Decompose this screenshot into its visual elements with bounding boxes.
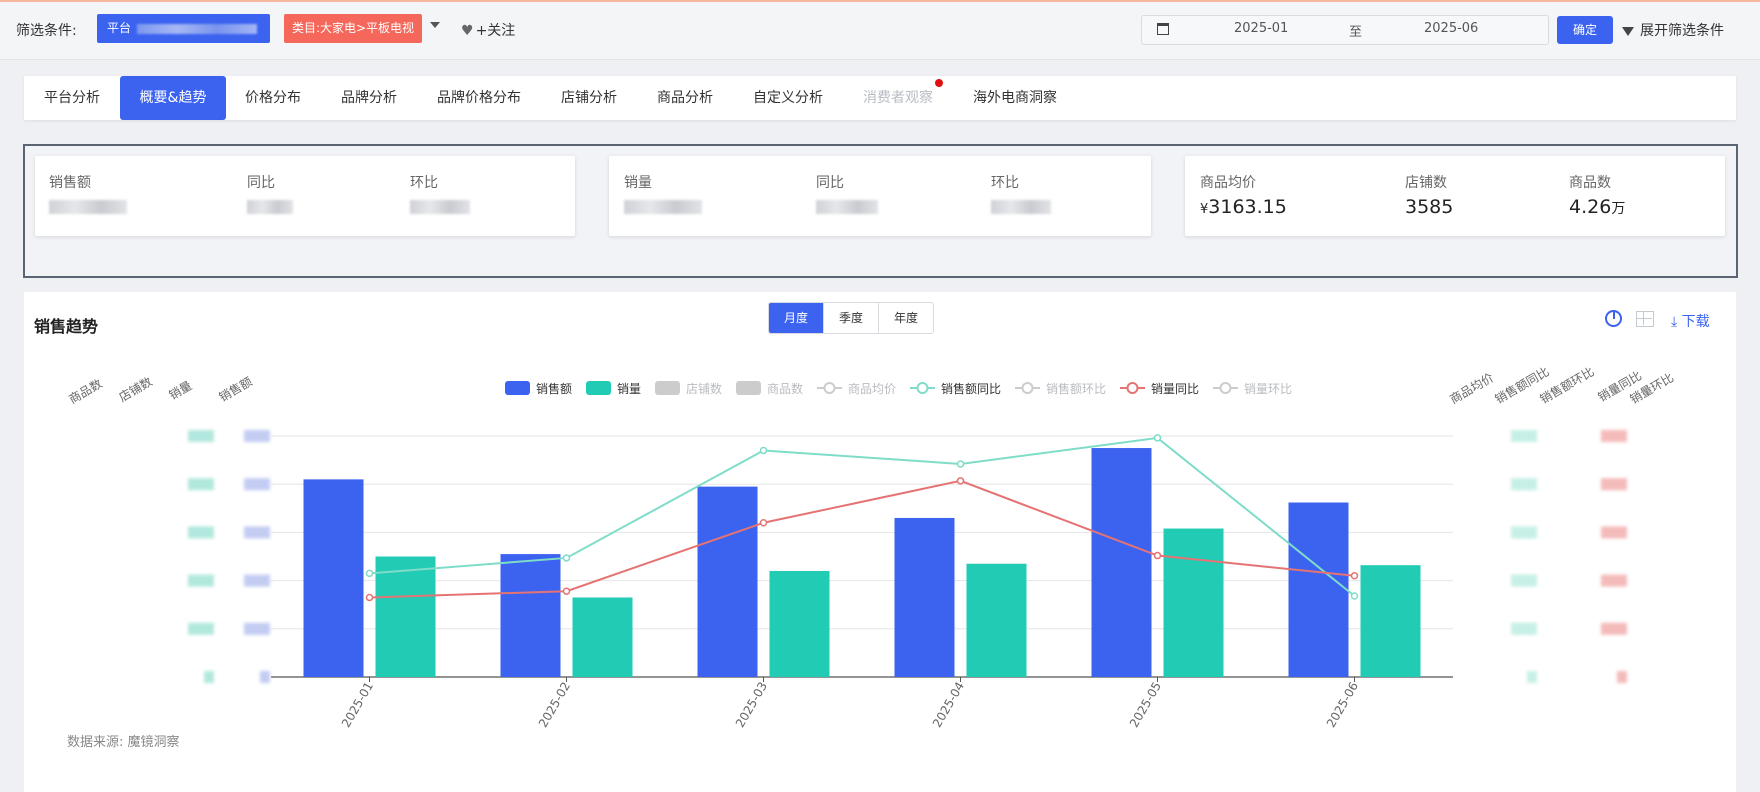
- legend-swatch: [586, 381, 612, 395]
- redacted-tick-value: [1527, 671, 1537, 683]
- bar-sales[interactable]: [1091, 448, 1152, 677]
- redacted-tick-value: [1511, 478, 1537, 491]
- legend-item[interactable]: 商品数: [736, 381, 803, 396]
- chart-legend: 销售额 销量 店铺数 商品数 商品均价 销售额同比 销售额环比 销量同比 销量环比: [505, 381, 1292, 396]
- x-tick-label: 2025-01: [339, 680, 376, 730]
- legend-label: 店铺数: [686, 381, 722, 396]
- legend-label: 销售额环比: [1046, 381, 1106, 396]
- redacted-tick-value: [244, 430, 270, 442]
- right-axis-titles: 商品均价销售额同比销售额环比 销量同比销量环比: [1447, 364, 1676, 407]
- legend-marker: [1219, 382, 1232, 394]
- line-point[interactable]: [956, 477, 965, 485]
- bar-sales[interactable]: [303, 479, 364, 677]
- bar-volume[interactable]: [1163, 528, 1224, 677]
- redacted-tick-value: [1601, 430, 1627, 442]
- redacted-tick-value: [204, 671, 214, 683]
- left-axis-title: 销售额: [216, 374, 255, 405]
- legend-item[interactable]: 商品均价: [817, 381, 896, 396]
- legend-label: 销量环比: [1244, 382, 1292, 396]
- redacted-tick-value: [260, 671, 270, 683]
- redacted-tick-value: [188, 574, 214, 587]
- left-axis-title: 商品数: [66, 376, 105, 407]
- legend-label: 商品均价: [848, 381, 896, 396]
- x-axis-labels: 2025-01 2025-02 2025-03 2025-04 2025-05 2025-…: [339, 677, 1361, 730]
- redacted-tick-value: [1511, 526, 1537, 539]
- redacted-tick-value: [1511, 430, 1537, 442]
- redacted-tick-value: [244, 478, 270, 491]
- legend-label: 商品数: [767, 381, 803, 396]
- x-tick-label: 2025-04: [930, 680, 967, 730]
- redacted-tick-value: [1601, 574, 1627, 587]
- bar-volume[interactable]: [375, 556, 436, 678]
- x-tick-label: 2025-02: [536, 680, 573, 730]
- legend-marker: [1021, 382, 1034, 394]
- bar-sales[interactable]: [1288, 502, 1349, 677]
- right-axis-title: 商品均价: [1447, 370, 1496, 407]
- bar-volume[interactable]: [769, 570, 830, 677]
- line-point[interactable]: [562, 554, 571, 562]
- line-point[interactable]: [956, 460, 965, 468]
- x-tick-label: 2025-03: [733, 680, 770, 730]
- left-axis-title: 店铺数: [116, 374, 155, 405]
- chart-gridlines: [271, 435, 1453, 678]
- x-tick-label: 2025-06: [1324, 680, 1361, 730]
- x-tick-label: 2025-05: [1127, 680, 1164, 730]
- line-point[interactable]: [759, 519, 768, 527]
- sales-trend-chart: 商品数 店铺数 销量 销售额 商品均价销售额同比销售额环比 销量同比销量环比 销售额 销量…: [66, 364, 1676, 730]
- legend-swatch: [736, 381, 762, 395]
- redacted-tick-value: [188, 526, 214, 539]
- redacted-tick-value: [1511, 622, 1537, 635]
- redacted-tick-value: [188, 622, 214, 635]
- legend-item[interactable]: 销量环比: [1213, 382, 1292, 396]
- legend-item[interactable]: 店铺数: [655, 381, 722, 396]
- legend-marker: [823, 382, 836, 394]
- left-axis-titles: 商品数 店铺数 销量 销售额: [66, 374, 255, 407]
- legend-label: 销售额同比: [941, 381, 1001, 396]
- line-point[interactable]: [759, 446, 768, 455]
- legend-item[interactable]: 销售额环比: [1015, 381, 1106, 396]
- redacted-tick-value: [1601, 478, 1627, 491]
- redacted-tick-value: [188, 478, 214, 491]
- line-point[interactable]: [365, 569, 374, 578]
- line-point[interactable]: [1153, 434, 1162, 442]
- redacted-tick-value: [244, 574, 270, 587]
- legend-swatch: [655, 381, 681, 395]
- redacted-tick-value: [1601, 526, 1627, 539]
- line-point[interactable]: [1350, 572, 1359, 580]
- legend-label: 销量同比: [1151, 382, 1199, 396]
- line-point[interactable]: [1350, 592, 1359, 600]
- legend-label: 销量: [617, 382, 641, 396]
- redacted-tick-value: [244, 526, 270, 539]
- legend-label: 销售额: [536, 381, 572, 396]
- data-source: 数据来源: 魔镜洞察: [67, 735, 180, 750]
- chart-bars: [303, 448, 1421, 678]
- bar-sales[interactable]: [894, 517, 955, 677]
- redacted-tick-value: [244, 622, 270, 635]
- line-point[interactable]: [562, 587, 571, 595]
- bar-sales[interactable]: [697, 486, 758, 677]
- legend-marker: [916, 382, 929, 394]
- bar-volume[interactable]: [572, 597, 633, 677]
- redacted-tick-value: [1511, 574, 1537, 587]
- line-point[interactable]: [1153, 551, 1162, 560]
- redacted-tick-value: [188, 430, 214, 442]
- bar-volume[interactable]: [966, 563, 1027, 677]
- left-axis-title: 销量: [167, 378, 195, 402]
- redacted-tick-value: [1617, 671, 1627, 683]
- legend-item[interactable]: 销量: [586, 381, 641, 396]
- bar-volume[interactable]: [1360, 565, 1421, 677]
- line-point[interactable]: [365, 593, 374, 602]
- legend-item[interactable]: 销售额同比: [910, 381, 1001, 396]
- bar-sales[interactable]: [500, 554, 561, 677]
- redacted-tick-value: [1601, 622, 1627, 635]
- legend-item[interactable]: 销售额: [505, 381, 572, 396]
- legend-marker: [1126, 382, 1139, 394]
- legend-swatch: [505, 381, 530, 395]
- legend-item[interactable]: 销量同比: [1120, 382, 1199, 396]
